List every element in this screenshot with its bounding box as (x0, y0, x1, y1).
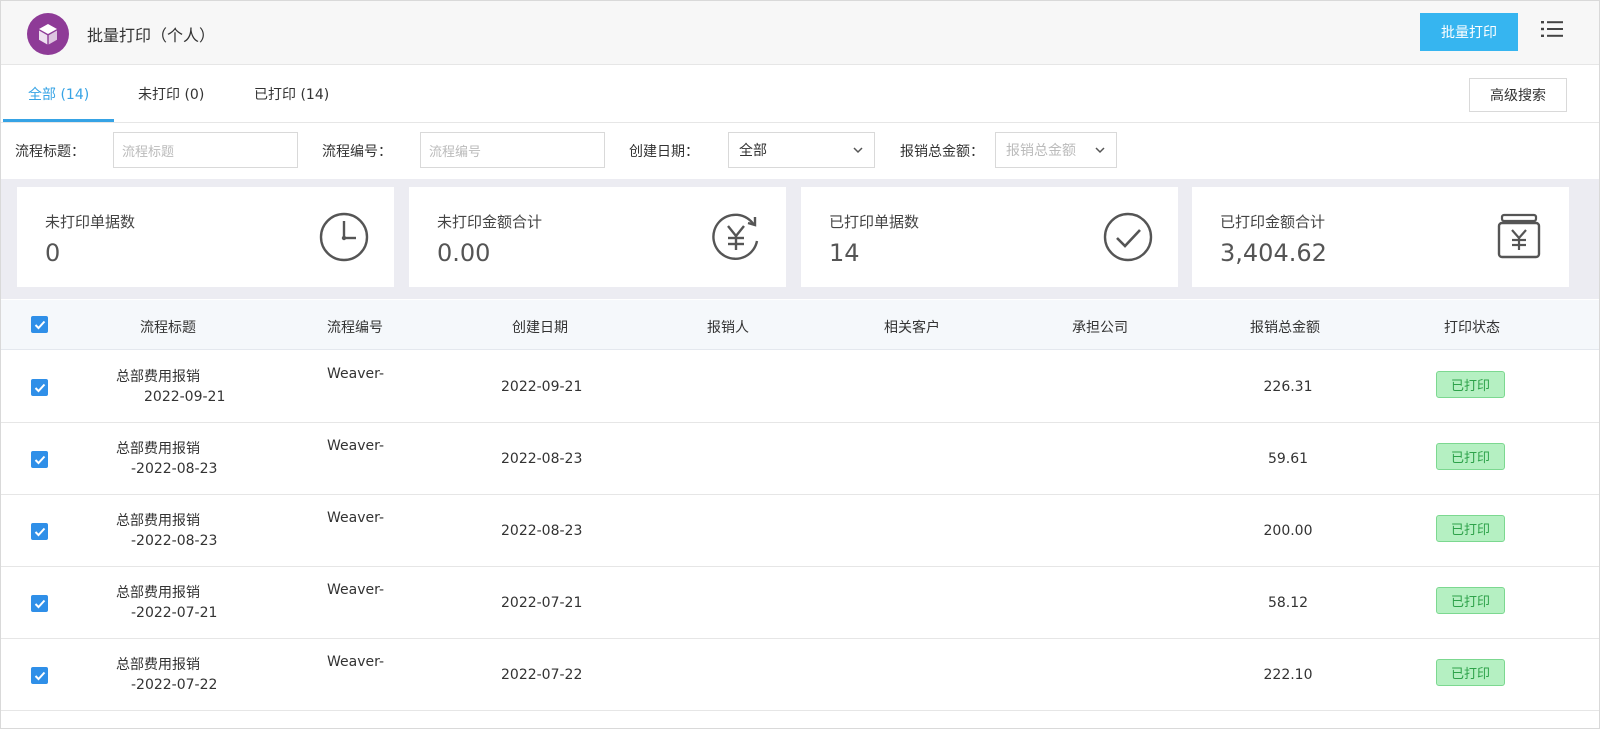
code-filter-label: 流程编号： (322, 144, 392, 160)
row-title[interactable]: 总部费用报销 (116, 366, 200, 386)
table-row[interactable]: 总部费用报销 -2022-07-21 Weaver- 2022-07-21 58… (1, 567, 1599, 639)
code-filter-placeholder: 流程编号 (429, 144, 482, 160)
stat-card-printed-amount: 已打印金额合计 3,404.62 (1192, 187, 1569, 287)
tab-all[interactable]: 全部 (14) (28, 84, 89, 104)
row-title[interactable]: 总部费用报销 (116, 438, 200, 458)
row-date: 2022-08-23 (501, 523, 583, 539)
stat-card-unprinted-amount: 未打印金额合计 0.00 (409, 187, 786, 287)
row-checkbox[interactable] (31, 595, 48, 612)
row-date: 2022-08-23 (501, 451, 583, 467)
table-row[interactable]: 总部费用报销 -2022-08-23 Weaver- 2022-08-23 20… (1, 495, 1599, 567)
column-header-code[interactable]: 流程编号 (327, 317, 383, 337)
amount-filter-select[interactable]: 报销总金额 (995, 132, 1117, 168)
yen-refresh-icon (712, 213, 759, 260)
active-tab-indicator (3, 119, 114, 122)
checkmark-icon (34, 671, 45, 680)
stat-value: 0 (45, 239, 61, 267)
row-checkbox[interactable] (31, 451, 48, 468)
title-filter-label: 流程标题： (15, 144, 85, 160)
page-title: 批量打印（个人） (87, 26, 216, 45)
row-amount: 226.31 (1263, 379, 1313, 395)
row-date: 2022-07-22 (501, 667, 583, 683)
title-filter-placeholder: 流程标题 (122, 144, 175, 160)
status-badge: 已打印 (1436, 659, 1505, 686)
list-menu-icon[interactable] (1541, 19, 1563, 39)
row-title-suffix: -2022-07-21 (131, 605, 218, 621)
advanced-search-button[interactable]: 高级搜索 (1469, 78, 1567, 112)
clock-icon (319, 212, 369, 262)
status-badge: 已打印 (1436, 371, 1505, 398)
column-header-customer[interactable]: 相关客户 (884, 317, 940, 337)
row-amount: 59.61 (1267, 451, 1309, 467)
tab-bar: 全部 (14) 未打印 (0) 已打印 (14) (1, 65, 1599, 123)
row-title-suffix: -2022-08-23 (131, 461, 218, 477)
stat-label: 未打印金额合计 (437, 213, 543, 231)
row-title-suffix: -2022-07-22 (131, 677, 218, 693)
table-row[interactable]: 总部费用报销 2022-09-21 Weaver- 2022-09-21 226… (1, 351, 1599, 423)
status-badge: 已打印 (1436, 515, 1505, 542)
row-code: Weaver- (327, 654, 385, 670)
row-amount: 222.10 (1263, 667, 1313, 683)
date-filter-select[interactable]: 全部 (728, 132, 875, 168)
checkmark-icon (34, 455, 45, 464)
row-checkbox[interactable] (31, 523, 48, 540)
checkmark-icon (34, 599, 45, 608)
title-filter-input[interactable]: 流程标题 (113, 132, 298, 168)
check-circle-icon (1103, 212, 1153, 262)
app-logo-icon (27, 13, 69, 55)
column-header-claimant[interactable]: 报销人 (707, 317, 749, 337)
row-code: Weaver- (327, 582, 385, 598)
select-all-checkbox[interactable] (31, 316, 48, 333)
table-row[interactable]: 总部费用报销 -2022-07-22 Weaver- 2022-07-22 22… (1, 639, 1599, 711)
date-filter-label: 创建日期： (629, 144, 699, 160)
amount-filter-placeholder: 报销总金额 (1006, 143, 1076, 159)
status-badge: 已打印 (1436, 443, 1505, 470)
stat-value: 0.00 (437, 239, 491, 267)
row-amount: 200.00 (1263, 523, 1313, 539)
row-title[interactable]: 总部费用报销 (116, 582, 200, 602)
header-bar: 批量打印（个人） 批量打印 (1, 1, 1599, 65)
column-header-title[interactable]: 流程标题 (140, 317, 196, 337)
checkmark-icon (34, 320, 45, 329)
batch-print-button[interactable]: 批量打印 (1420, 13, 1518, 51)
row-code: Weaver- (327, 366, 385, 382)
table-row[interactable]: 总部费用报销 -2022-08-23 Weaver- 2022-08-23 59… (1, 423, 1599, 495)
row-code: Weaver- (327, 438, 385, 454)
tab-unprinted[interactable]: 未打印 (0) (138, 84, 204, 104)
column-header-status[interactable]: 打印状态 (1444, 317, 1500, 337)
stat-card-printed-count: 已打印单据数 14 (801, 187, 1178, 287)
code-filter-input[interactable]: 流程编号 (420, 132, 605, 168)
app-window: 批量打印（个人） 批量打印 全部 (14) 未打印 (0) 已打印 (14) 高… (0, 0, 1600, 729)
checkmark-icon (34, 383, 45, 392)
row-code: Weaver- (327, 510, 385, 526)
stat-label: 未打印单据数 (45, 213, 136, 231)
stat-label: 已打印单据数 (829, 213, 920, 231)
column-header-company[interactable]: 承担公司 (1072, 317, 1128, 337)
row-title-suffix: -2022-08-23 (131, 533, 218, 549)
stat-card-unprinted-count: 未打印单据数 0 (17, 187, 394, 287)
chevron-down-icon (853, 147, 863, 154)
yen-wallet-icon (1497, 213, 1541, 259)
row-checkbox[interactable] (31, 379, 48, 396)
row-title[interactable]: 总部费用报销 (116, 510, 200, 530)
row-date: 2022-07-21 (501, 595, 583, 611)
row-amount: 58.12 (1267, 595, 1309, 611)
stat-value: 3,404.62 (1220, 239, 1327, 267)
row-title[interactable]: 总部费用报销 (116, 654, 200, 674)
column-header-amount[interactable]: 报销总金额 (1250, 317, 1320, 337)
checkmark-icon (34, 527, 45, 536)
amount-filter-label: 报销总金额： (900, 144, 984, 160)
table-header: 流程标题 流程编号 创建日期 报销人 相关客户 承担公司 报销总金额 打印状态 (1, 300, 1599, 350)
row-checkbox[interactable] (31, 667, 48, 684)
column-header-date[interactable]: 创建日期 (512, 317, 568, 337)
tab-printed[interactable]: 已打印 (14) (254, 84, 329, 104)
row-title-suffix: 2022-09-21 (144, 389, 226, 405)
chevron-down-icon (1095, 147, 1105, 154)
stat-value: 14 (829, 239, 860, 267)
date-filter-value: 全部 (739, 143, 767, 159)
row-date: 2022-09-21 (501, 379, 583, 395)
stat-label: 已打印金额合计 (1220, 213, 1326, 231)
status-badge: 已打印 (1436, 587, 1505, 614)
